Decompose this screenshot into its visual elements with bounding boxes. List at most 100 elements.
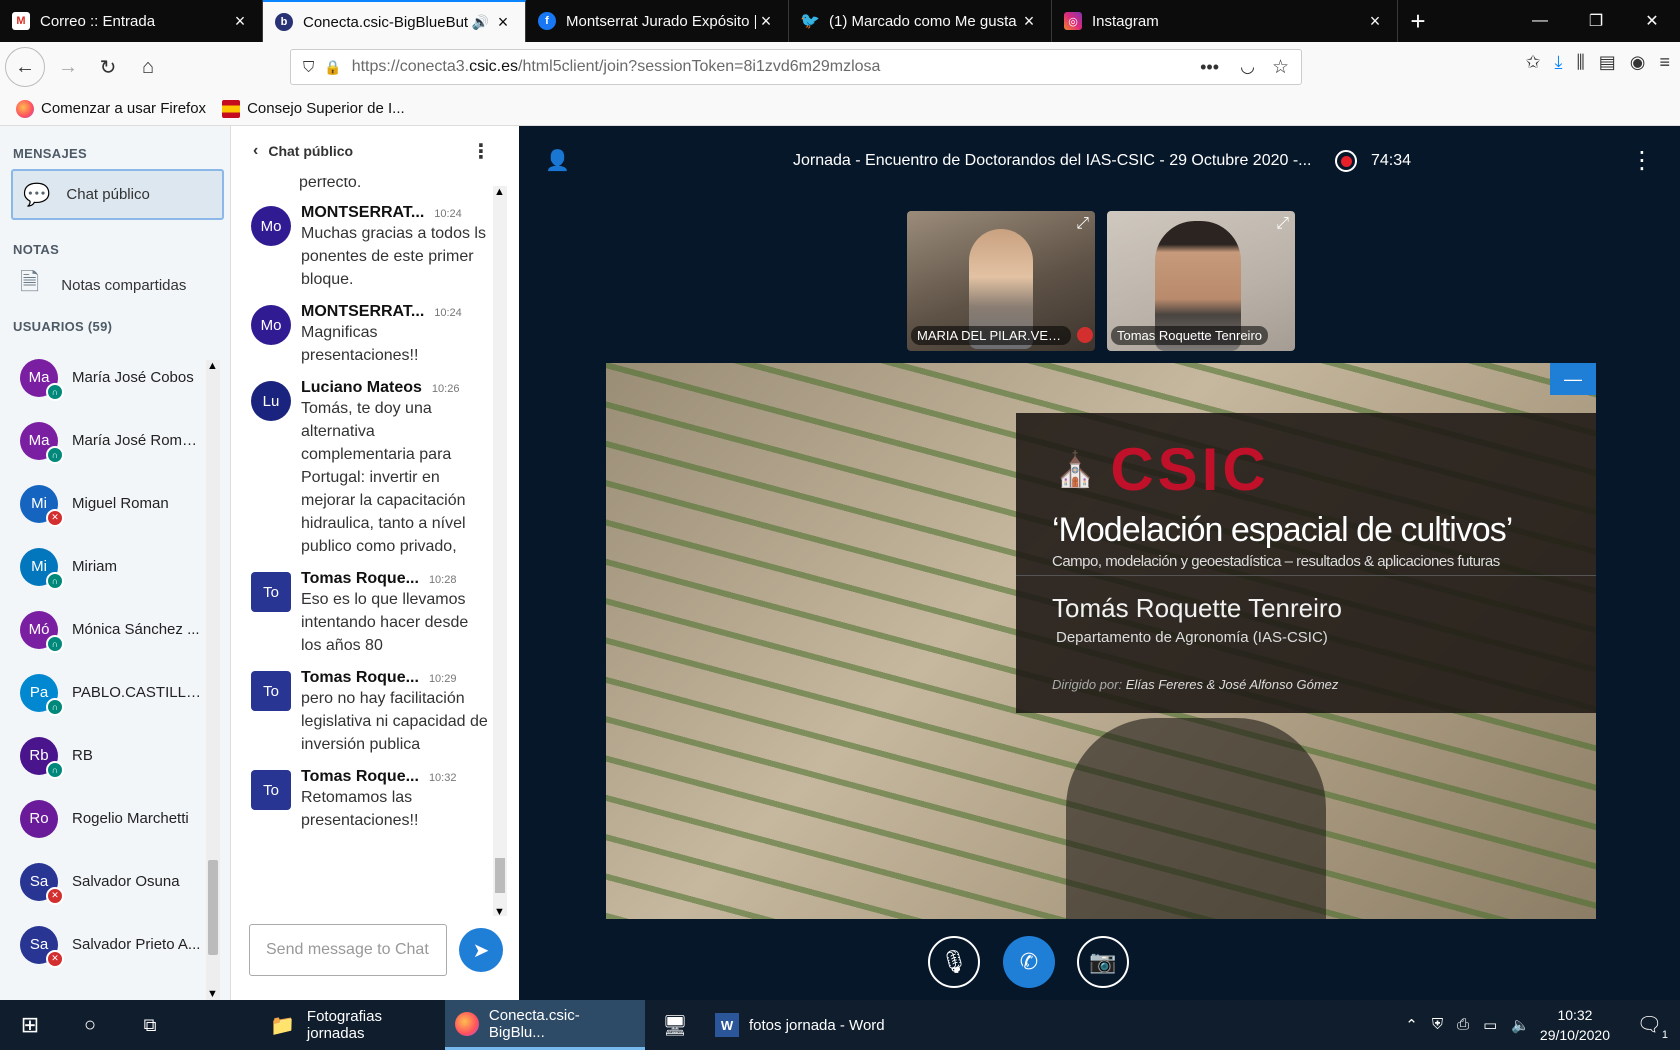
user-list-item[interactable]: Mó ∩ Mónica Sánchez ... [0,598,205,661]
clock[interactable]: 10:32 29/10/2020 [1540,1005,1610,1045]
close-tab-icon[interactable]: × [230,11,250,32]
task-view-button[interactable]: ⧉ [120,1000,180,1050]
cortana-button[interactable]: ○ [60,1000,120,1050]
reload-button[interactable]: ↻ [91,50,125,84]
taskbar-item-label: Fotografias jornadas [306,1008,382,1042]
scroll-up-icon[interactable]: ▲ [494,186,505,198]
users-section-title: USUARIOS (59) [13,319,113,334]
bookmark-firefox[interactable]: Comenzar a usar Firefox [16,99,206,118]
taskbar-desktop-app[interactable]: 🖥 [645,1000,705,1050]
user-list-item[interactable]: Mi ∩ Miriam [0,535,205,598]
restore-icon[interactable]: ❐ [1568,0,1624,42]
chevron-left-icon[interactable]: ‹ [253,142,258,160]
speaker-icon[interactable]: 🔊 [472,14,489,31]
message-body: Luciano Mateos 10:26 Tomás, te doy una alt… [301,379,491,558]
chat-scrollbar[interactable]: ▲ ▼ [493,186,507,918]
usb-icon[interactable]: ⎙ [1457,1016,1469,1034]
download-icon[interactable]: ⤓ [1555,52,1563,73]
tab-bigbluebutton[interactable]: b Conecta.csic-BigBlueButton 🔊 × [263,0,526,42]
page-actions-icon[interactable]: ••• [1200,57,1219,78]
user-list-item[interactable]: Rb ∩ RB [0,724,205,787]
bookmark-star-icon[interactable]: ☆ [1272,56,1289,79]
user-list-item[interactable]: Sa ✕ Salvador Prieto A... [0,913,205,976]
tab-correo[interactable]: M Correo :: Entrada × [0,0,263,42]
message-body: Tomas Roque... 10:28 Eso es lo que llevamo… [301,570,491,657]
fullscreen-icon[interactable]: ⤢ [1276,215,1289,233]
recording-indicator[interactable] [1335,150,1357,172]
close-tab-icon[interactable]: × [756,11,776,32]
user-icon[interactable]: 👤 [545,148,570,173]
close-tab-icon[interactable]: × [493,12,513,33]
taskbar-word[interactable]: W fotos jornada - Word [705,1000,905,1050]
user-list-item[interactable]: Ma ∩ María José Cobos [0,346,205,409]
user-list-item[interactable]: Pa ∩ PABLO.CASTILLO.... [0,661,205,724]
webcam-video[interactable]: ⤢ Tomas Roquette Tenreiro [1107,211,1295,351]
network-icon[interactable]: ▭ [1483,1016,1497,1034]
defender-icon[interactable]: ⛨ [1432,1016,1443,1034]
minimize-presentation-button[interactable]: — [1550,363,1596,395]
send-message-button[interactable]: ➤ [459,928,503,972]
tab-title: Conecta.csic-BigBlueButton [303,13,468,31]
chat-options-icon[interactable]: ⋮ [471,139,491,164]
avatar: Rb ∩ [20,736,64,779]
forward-button[interactable]: → [51,50,85,84]
scroll-thumb[interactable] [495,858,505,893]
scroll-thumb[interactable] [208,860,218,955]
home-button[interactable]: ⌂ [131,50,165,84]
tab-instagram[interactable]: ◎ Instagram × [1052,0,1398,42]
tab-facebook[interactable]: f Montserrat Jurado Expósito | Fa × [526,0,789,42]
scroll-down-icon[interactable]: ▼ [207,988,218,1000]
mute-microphone-button[interactable]: 🎙 [928,936,980,988]
user-list-scrollbar[interactable]: ▲ ▼ [206,360,220,1000]
public-chat-entry[interactable]: 💬 Chat público [11,169,224,220]
taskbar-folder[interactable]: 📁 Fotografias jornadas [260,1000,445,1050]
close-tab-icon[interactable]: × [1365,11,1385,32]
share-webcam-button[interactable]: 📷 [1077,936,1129,988]
sidebar-icon[interactable]: ▤ [1599,52,1616,73]
library-icon[interactable]: ⫼ [1576,52,1584,73]
lock-icon: 🔒 [324,58,342,75]
shared-notes-entry[interactable]: 🗎 Notas compartidas [20,257,230,313]
close-window-icon[interactable]: ✕ [1624,0,1680,42]
user-list-item[interactable]: Mi ✕ Miguel Roman [0,472,205,535]
menu-icon[interactable]: ≡ [1659,52,1670,73]
start-button[interactable]: ⊞ [0,1000,60,1050]
message-header: MONTSERRAT... 10:24 [301,303,491,321]
tracking-shield-icon[interactable]: ⛉ [303,59,314,76]
window-controls: — ❐ ✕ [1512,0,1680,42]
gmail-icon: M [12,12,30,30]
user-list-item[interactable]: Ro Rogelio Marchetti [0,787,205,850]
shared-notes-label: Notas compartidas [61,276,187,294]
fullscreen-icon[interactable]: ⤢ [1076,215,1089,233]
scroll-down-icon[interactable]: ▼ [494,906,505,918]
taskbar-app[interactable] [180,1000,260,1050]
bookmark-csic[interactable]: Consejo Superior de I... [222,99,405,118]
volume-icon[interactable]: 🔈 [1511,1016,1530,1034]
shadow-silhouette [1066,718,1326,919]
avatar-initials: Mi [31,495,47,512]
notification-button[interactable]: 🗨 1 [1637,1012,1668,1041]
account-icon[interactable]: ◉ [1630,52,1646,73]
chat-message-input[interactable]: Send message to Chat [249,924,447,976]
user-list-item[interactable]: Ma ∩ María José Rome... [0,409,205,472]
pocket-icon[interactable]: ◡ [1240,57,1255,77]
tab-twitter[interactable]: 🐦 (1) Marcado como Me gusta / T × [789,0,1052,42]
tray-chevron-icon[interactable]: ⌃ [1405,1016,1418,1034]
slide-directed-label: Dirigido por: [1052,677,1123,692]
user-list-item[interactable]: Sa ✕ Salvador Osuna [0,850,205,913]
search-circle-icon: ○ [83,1013,97,1036]
options-icon[interactable]: ⋮ [1630,146,1654,175]
webcam-video[interactable]: ⤢ MARIA DEL PILAR.VELAS... [907,211,1095,351]
back-button[interactable]: ← [5,47,45,87]
close-tab-icon[interactable]: × [1019,11,1039,32]
minimize-icon[interactable]: — [1512,0,1568,42]
taskbar-firefox[interactable]: Conecta.csic-BigBlu... [445,1000,645,1050]
url-bar[interactable]: ⛉ 🔒 https://conecta3. csic.es/html5client… [290,49,1302,85]
windows-taskbar: ⊞ ○ ⧉ 📁 Fotografias jornadas Conecta.csi… [0,1000,1680,1050]
leave-audio-button[interactable]: ✆ [1003,936,1055,988]
message-body: Tomas Roque... 10:29 pero no hay facilitac… [301,669,491,756]
new-tab-button[interactable]: + [1398,0,1438,42]
bookmarks-star-icon[interactable]: ✩ [1525,52,1540,73]
presentation-slide[interactable]: — ⛪ CSIC ‘Modelación espacial de cultivo… [606,363,1596,919]
scroll-up-icon[interactable]: ▲ [207,360,218,372]
